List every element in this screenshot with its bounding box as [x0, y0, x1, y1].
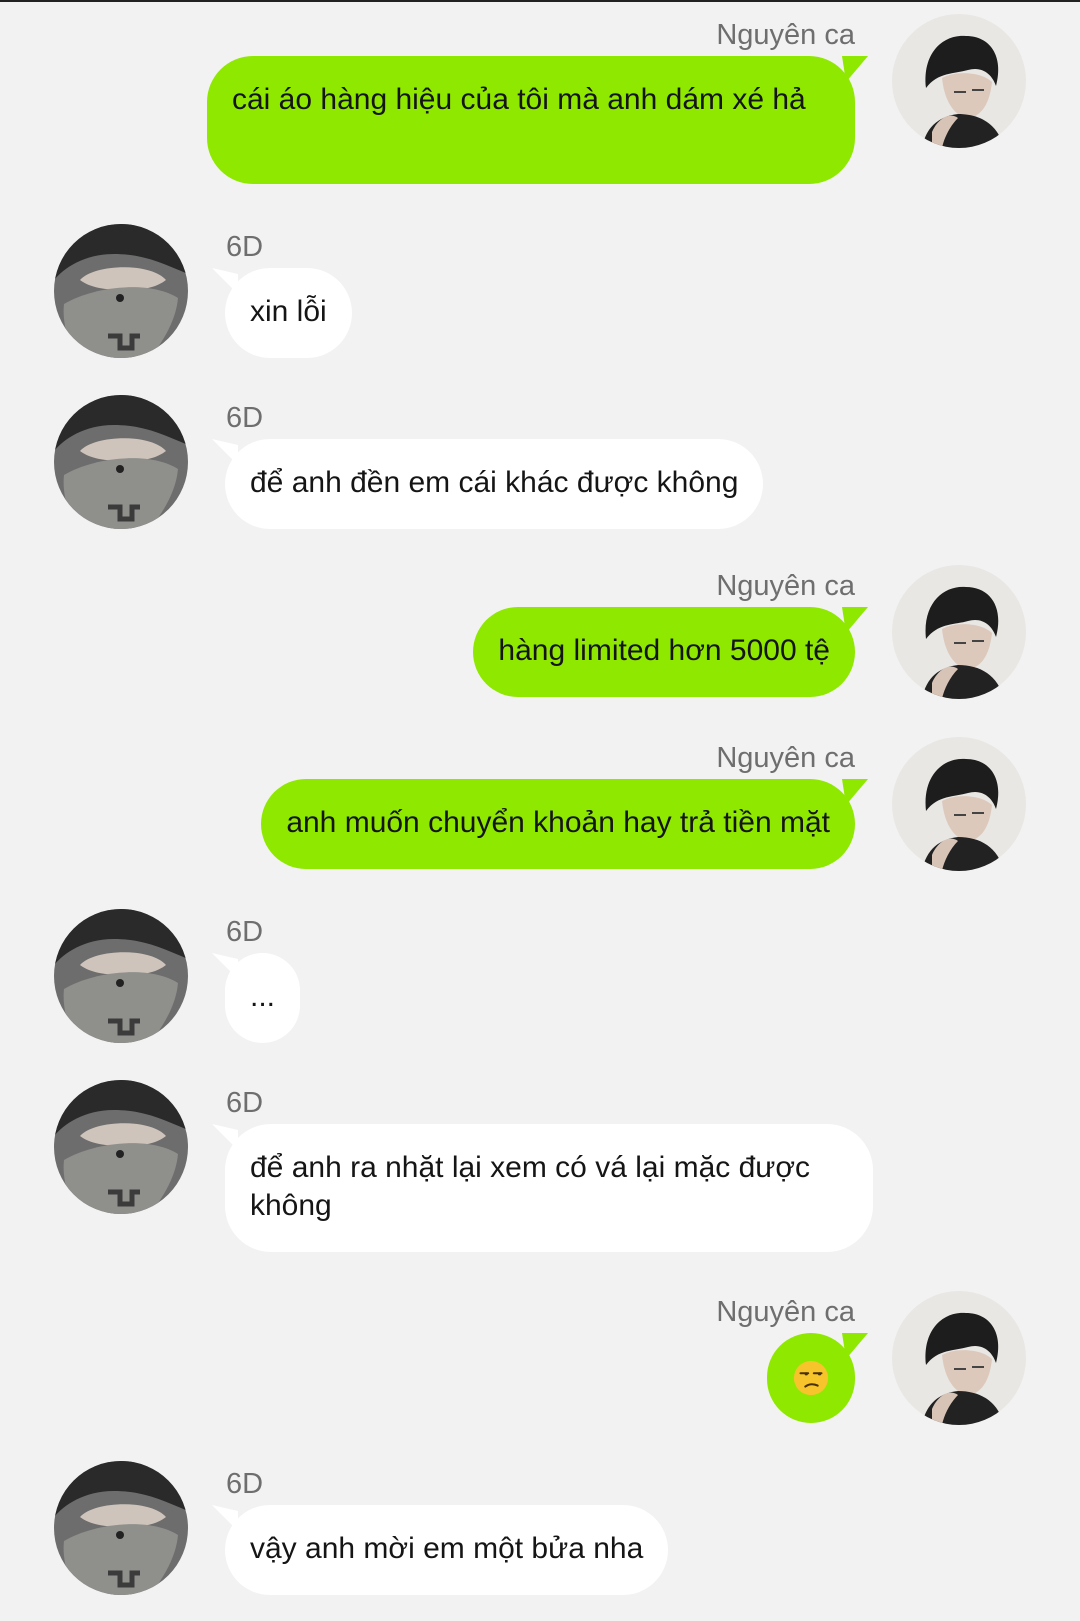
sender-name: Nguyên ca [716, 19, 855, 51]
incoming-message-bubble[interactable]: ... [225, 953, 301, 1043]
unamused-face-emoji-icon [793, 1360, 829, 1396]
avatar-nguyen-ca[interactable] [892, 1291, 1026, 1425]
sender-name: Nguyên ca [716, 1296, 855, 1328]
message-row: Nguyên ca anh muốn chuyển khoản hay trả … [0, 737, 1080, 877]
message-row: 6D để anh ra nhặt lại xem có vá lại mặc … [0, 1080, 1080, 1260]
message-row: 6D để anh đền em cái khác được không [0, 395, 1080, 535]
sender-name: 6D [226, 1087, 264, 1119]
outgoing-message-bubble[interactable]: hàng limited hơn 5000 tệ [473, 607, 855, 697]
sender-name: 6D [226, 402, 264, 434]
avatar-nguyen-ca[interactable] [892, 737, 1026, 871]
sender-name: Nguyên ca [716, 742, 855, 774]
avatar-6d[interactable] [54, 224, 188, 358]
sender-name: 6D [226, 916, 264, 948]
avatar-image [54, 1461, 188, 1595]
avatar-6d[interactable] [54, 395, 188, 529]
sender-name: Nguyên ca [716, 570, 855, 602]
message-row: Nguyên ca cái áo hàng hiệu của tôi mà an… [0, 14, 1080, 194]
message-row: 6D vậy anh mời em một bửa nha [0, 1461, 1080, 1601]
avatar-6d[interactable] [54, 1461, 188, 1595]
outgoing-message-bubble[interactable]: cái áo hàng hiệu của tôi mà anh dám xé h… [207, 56, 855, 184]
message-row: 6D xin lỗi [0, 224, 1080, 364]
message-row: Nguyên ca [0, 1291, 1080, 1431]
avatar-image [54, 909, 188, 1043]
incoming-message-bubble[interactable]: để anh ra nhặt lại xem có vá lại mặc đượ… [225, 1124, 873, 1252]
avatar-image [54, 224, 188, 358]
avatar-image [892, 737, 1026, 871]
sender-name: 6D [226, 1468, 264, 1500]
chat-message-list[interactable]: Nguyên ca cái áo hàng hiệu của tôi mà an… [0, 0, 1080, 1621]
message-row: Nguyên ca hàng limited hơn 5000 tệ [0, 565, 1080, 705]
incoming-message-bubble[interactable]: xin lỗi [225, 268, 352, 358]
incoming-message-bubble[interactable]: để anh đền em cái khác được không [225, 439, 764, 529]
avatar-image [892, 565, 1026, 699]
avatar-nguyen-ca[interactable] [892, 565, 1026, 699]
avatar-6d[interactable] [54, 909, 188, 1043]
outgoing-message-bubble[interactable]: anh muốn chuyển khoản hay trả tiền mặt [261, 779, 855, 869]
avatar-6d[interactable] [54, 1080, 188, 1214]
sender-name: 6D [226, 231, 264, 263]
incoming-message-bubble[interactable]: vậy anh mời em một bửa nha [225, 1505, 669, 1595]
outgoing-message-bubble[interactable] [767, 1333, 855, 1423]
avatar-image [892, 14, 1026, 148]
message-row: 6D ... [0, 909, 1080, 1049]
avatar-image [54, 395, 188, 529]
avatar-image [892, 1291, 1026, 1425]
avatar-nguyen-ca[interactable] [892, 14, 1026, 148]
avatar-image [54, 1080, 188, 1214]
